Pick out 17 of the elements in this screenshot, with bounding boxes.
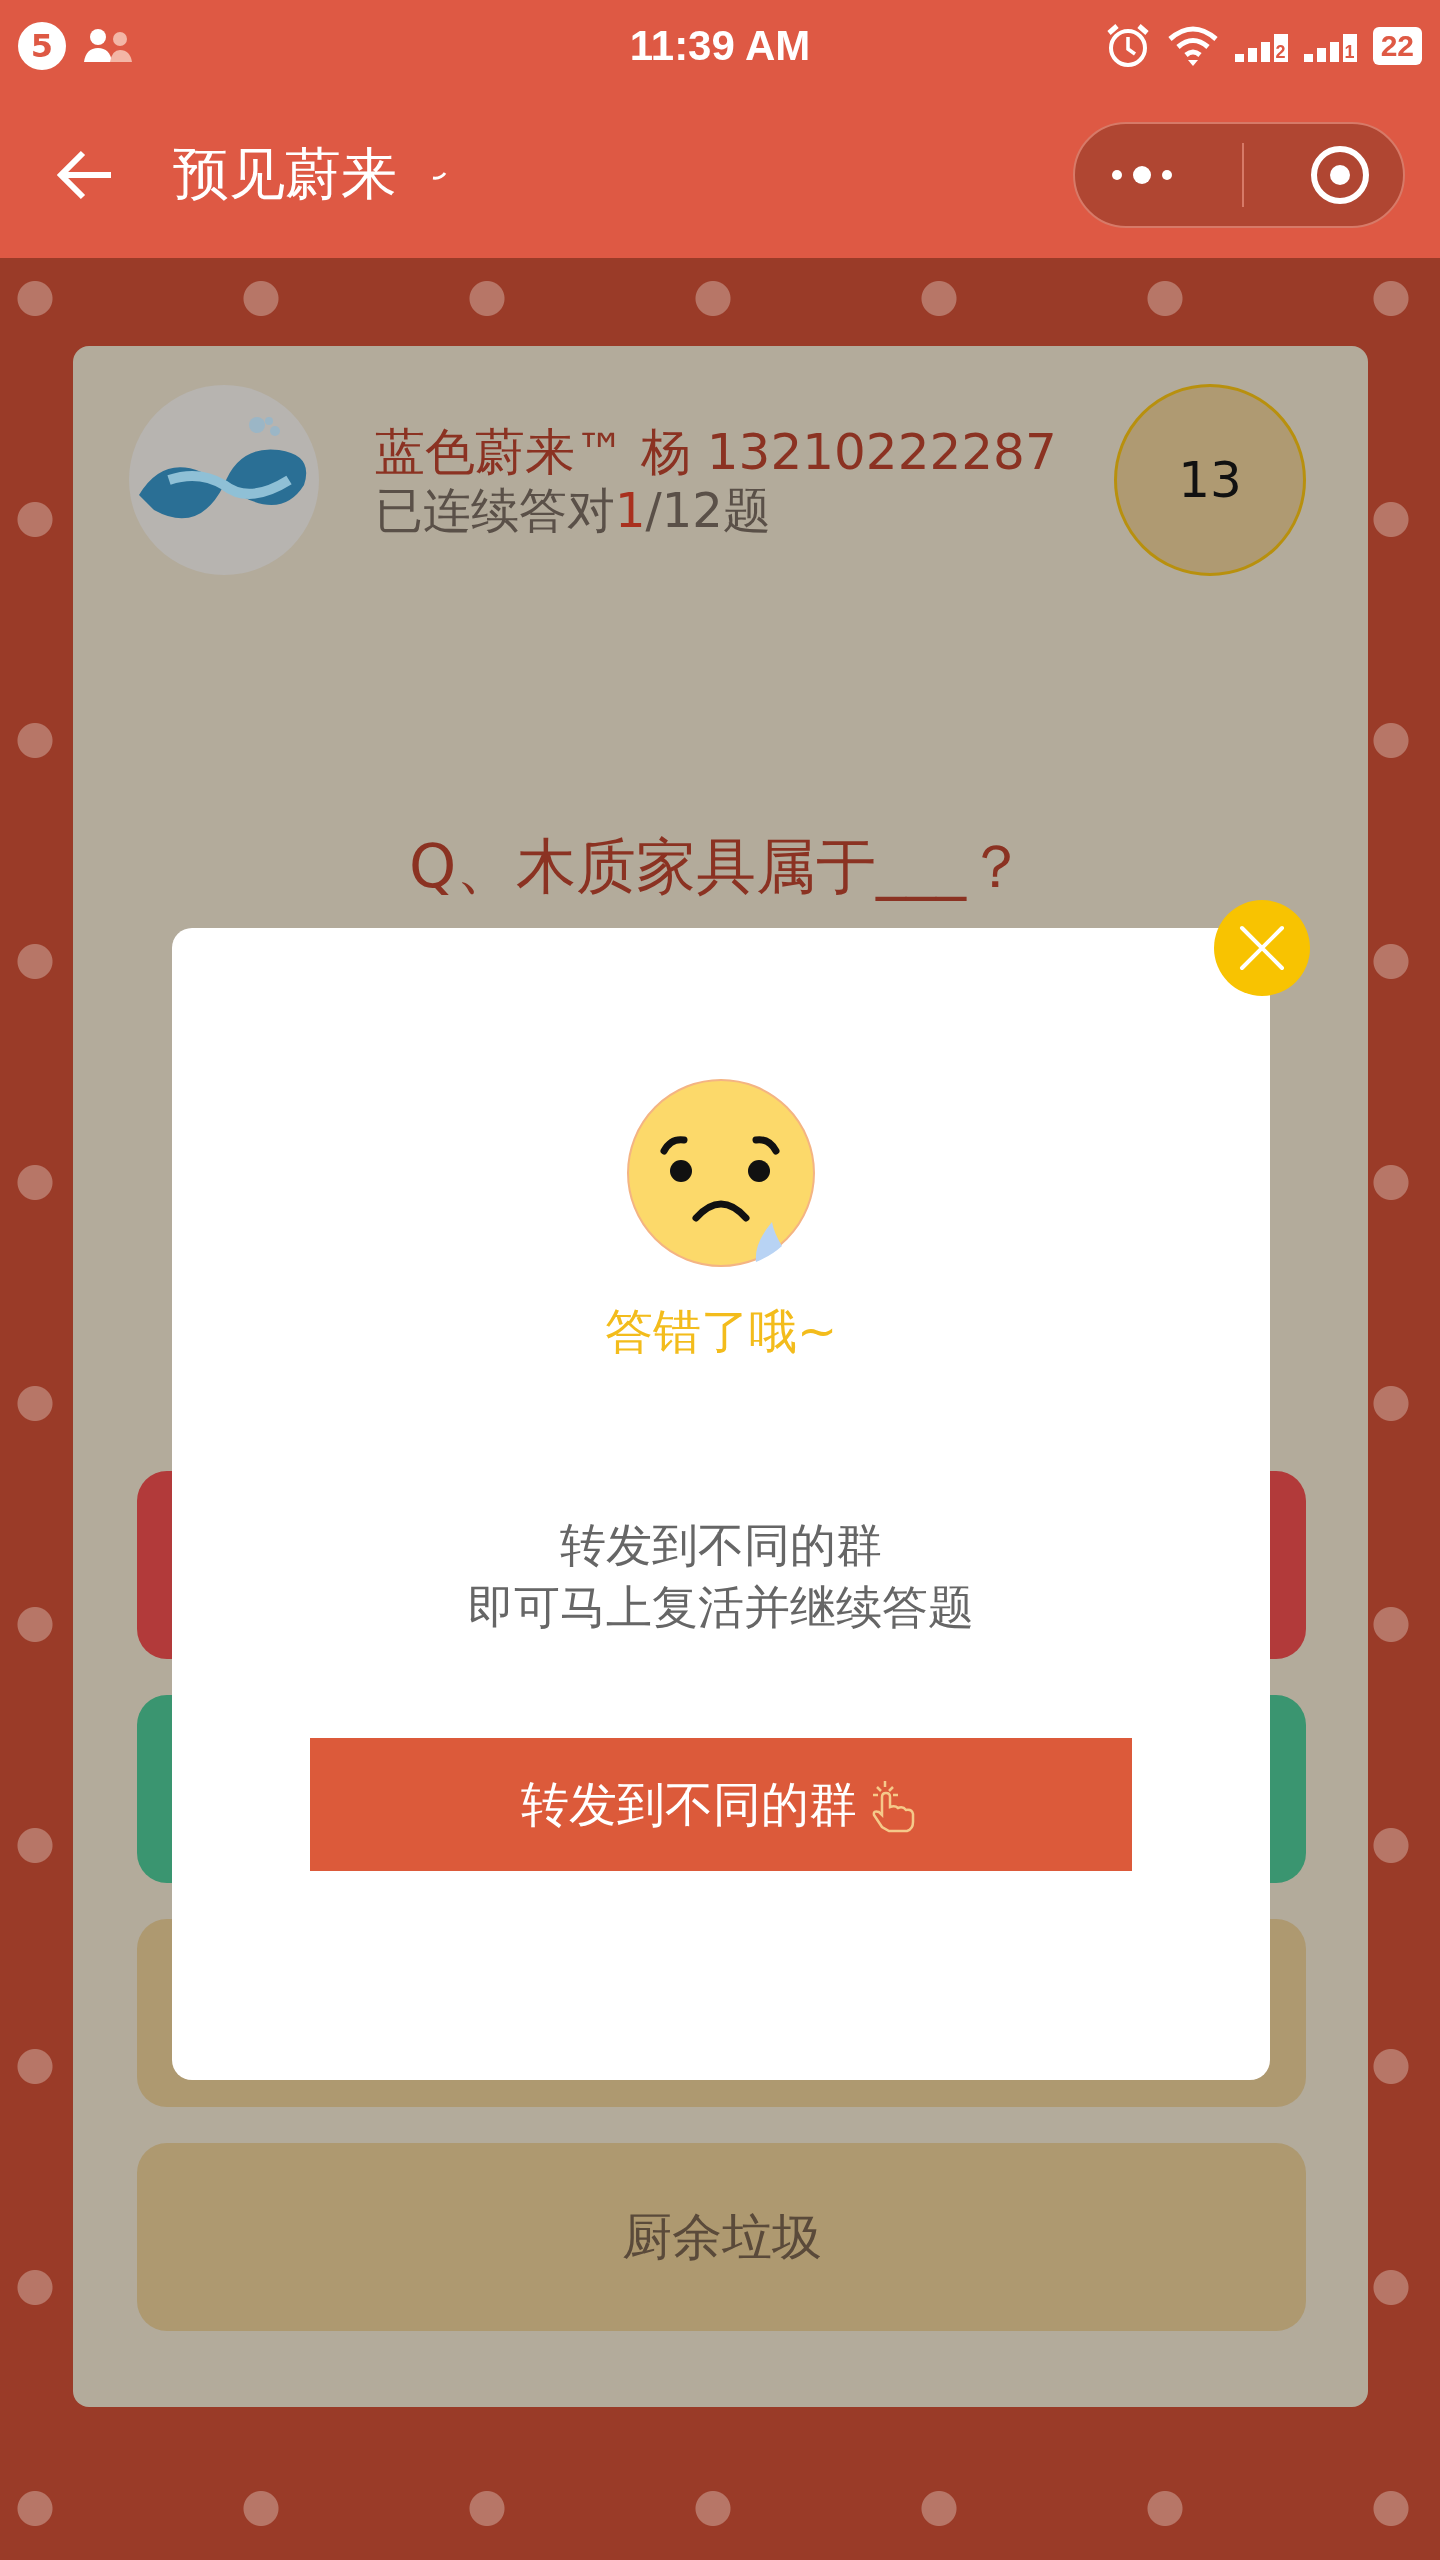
notification-badge: 5 (18, 22, 66, 70)
question-text: Q、木质家具属于___？ (407, 831, 1028, 901)
hint-text: 转发到不同的群 (560, 1517, 882, 1574)
status-time: 11:39 AM (629, 22, 811, 70)
sad-face-icon (626, 1078, 816, 1268)
score-circle: 13 (1114, 384, 1306, 576)
share-button[interactable]: 转发到不同的群 (310, 1738, 1132, 1871)
battery-indicator: 22 (1372, 27, 1422, 65)
page-title: 预见蔚来 (173, 140, 397, 208)
answer-option[interactable]: 厨余垃圾 (137, 2143, 1306, 2331)
result-text: 答错了哦~ (604, 1302, 838, 1361)
loading-icon (431, 170, 447, 180)
wifi-icon (1166, 25, 1219, 67)
close-mini-program-icon[interactable] (1308, 144, 1371, 206)
player-name: 蓝色蔚来™ 杨 13210222287 (375, 422, 1058, 482)
hint-text: 即可马上复活并继续答题 (468, 1579, 974, 1636)
streak-text: 已连续答对1/12题 (375, 482, 772, 538)
